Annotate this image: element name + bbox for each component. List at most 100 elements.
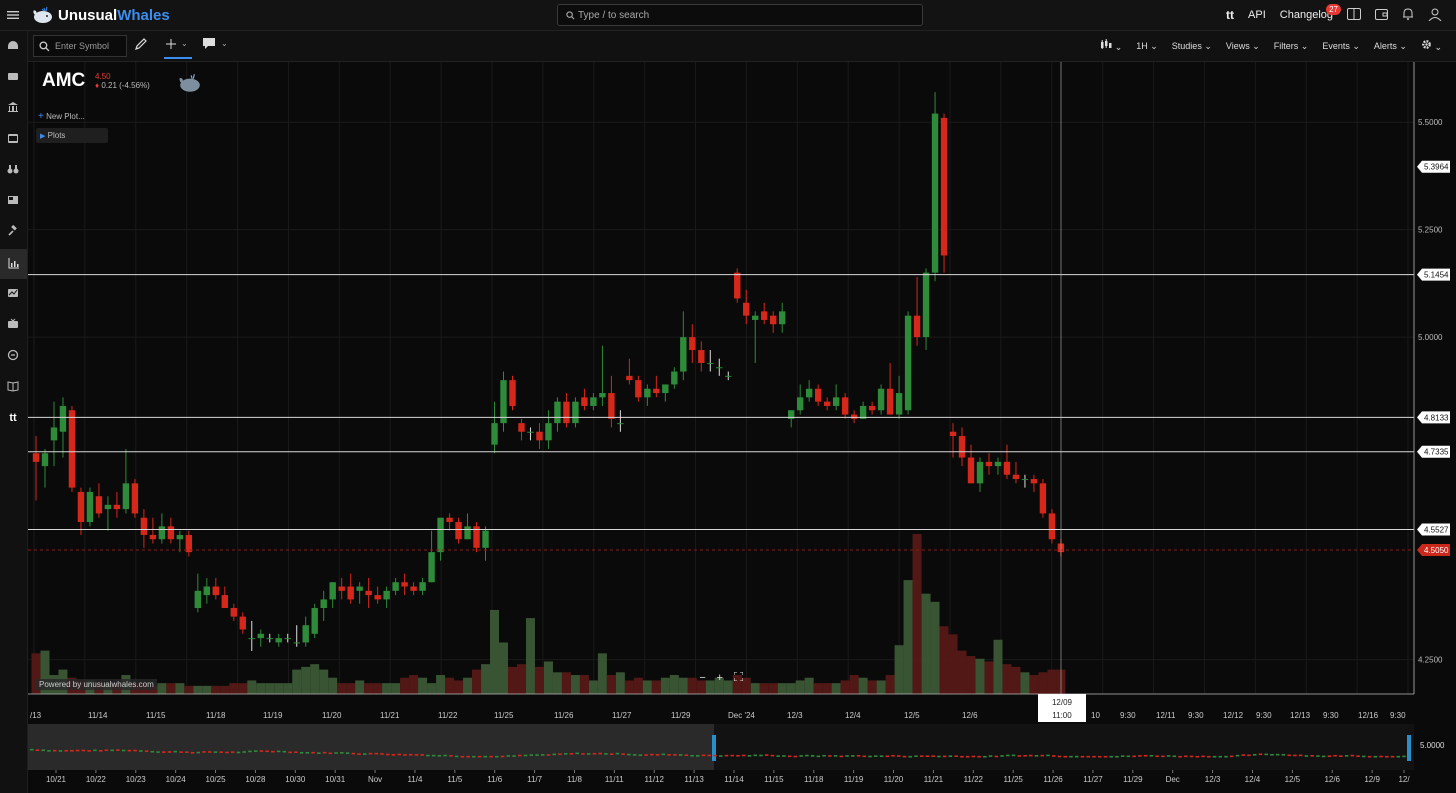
news-feed-icon[interactable] bbox=[6, 194, 20, 208]
comment-tool[interactable]: ⌄ bbox=[202, 37, 228, 55]
crosshair-date: 12/09 bbox=[1052, 698, 1073, 707]
candle-body bbox=[347, 586, 354, 600]
flow-icon[interactable] bbox=[6, 70, 20, 84]
navigator-xtick-label: 10/24 bbox=[166, 775, 187, 784]
changelog-link[interactable]: Changelog 27 bbox=[1280, 4, 1341, 21]
navigator-bar bbox=[1046, 754, 1050, 757]
navigator-bar bbox=[1057, 755, 1062, 758]
navigator-bar bbox=[420, 754, 424, 756]
crosshair-tool[interactable]: ⌄ bbox=[164, 35, 192, 59]
volume-bar bbox=[400, 677, 410, 694]
navigator-bar bbox=[328, 752, 333, 755]
studies-label: Studies bbox=[1171, 40, 1202, 51]
alerts-dropdown[interactable]: Alerts ⌄ bbox=[1374, 41, 1407, 52]
plots-toggle[interactable]: ▶ Plots bbox=[36, 128, 108, 143]
new-plot-button[interactable]: + New Plot... bbox=[38, 111, 85, 122]
volume-bar bbox=[202, 685, 212, 694]
studies-dropdown[interactable]: Studies ⌄ bbox=[1172, 41, 1212, 52]
settings-button[interactable]: ⌄ bbox=[1421, 39, 1442, 53]
navigator-bar bbox=[799, 755, 803, 757]
api-link[interactable]: API bbox=[1248, 9, 1266, 21]
hammer-icon[interactable] bbox=[6, 224, 20, 239]
navigator-xtick-label: 11/5 bbox=[447, 775, 463, 784]
volume-bar bbox=[301, 666, 311, 694]
candle-body bbox=[41, 453, 49, 467]
navigator-bar bbox=[1304, 755, 1309, 757]
candle bbox=[311, 603, 318, 639]
bank-icon[interactable] bbox=[6, 101, 20, 115]
pencil-icon[interactable] bbox=[134, 37, 148, 55]
navigator-bar bbox=[489, 755, 493, 758]
price-lines: 5.3964 5.1454 4.8133 4.7335 4.5527 4.5050 bbox=[28, 160, 1450, 556]
navigator-bar bbox=[385, 753, 390, 756]
views-dropdown[interactable]: Views ⌄ bbox=[1226, 41, 1260, 52]
candle bbox=[743, 289, 750, 325]
news-icon[interactable] bbox=[1347, 7, 1361, 23]
xtick-label: 11/27 bbox=[612, 711, 632, 720]
candle-body bbox=[104, 504, 112, 510]
candle bbox=[904, 311, 912, 415]
xtick-label: 9:30 bbox=[1188, 711, 1204, 720]
events-dropdown[interactable]: Events ⌄ bbox=[1322, 41, 1360, 52]
navigator-right-handle[interactable] bbox=[1407, 735, 1411, 761]
candle-body bbox=[248, 638, 255, 640]
tv-icon[interactable] bbox=[6, 318, 20, 332]
candle bbox=[284, 633, 291, 643]
chart-nav-active[interactable] bbox=[0, 249, 27, 279]
avatar[interactable] bbox=[1428, 7, 1442, 24]
zoom-out-icon[interactable]: − bbox=[699, 672, 705, 686]
chart-type-button[interactable]: ⌄ bbox=[1100, 39, 1122, 53]
bell-icon[interactable] bbox=[1402, 7, 1414, 23]
volume-bar bbox=[283, 683, 293, 694]
brand-logo[interactable]: Unusual Whales bbox=[32, 4, 170, 26]
volume-bar bbox=[948, 634, 958, 694]
navigator-bar bbox=[1115, 755, 1119, 758]
volume-bar bbox=[319, 669, 329, 694]
book-icon[interactable] bbox=[6, 380, 20, 394]
navigator-bar bbox=[851, 755, 855, 757]
navigator-left-handle[interactable] bbox=[712, 735, 716, 761]
filters-dropdown[interactable]: Filters ⌄ bbox=[1274, 41, 1309, 52]
wallet-icon[interactable] bbox=[1375, 8, 1388, 23]
navigator-bar bbox=[1264, 753, 1268, 756]
menu-icon[interactable] bbox=[6, 8, 20, 22]
candle-body bbox=[743, 302, 750, 316]
price-level-label: 5.3964 bbox=[1424, 163, 1449, 172]
global-search-input[interactable]: Type / to search bbox=[557, 4, 923, 26]
candle bbox=[410, 582, 417, 596]
candle-body bbox=[904, 315, 912, 411]
candle bbox=[518, 418, 525, 441]
volume-bar bbox=[786, 683, 796, 694]
navigator-bar bbox=[696, 755, 700, 757]
navigator-bar bbox=[30, 748, 34, 751]
trend-icon[interactable] bbox=[6, 287, 20, 301]
zoom-in-icon[interactable]: + bbox=[716, 672, 722, 686]
navigator-xtick-label: 10/22 bbox=[86, 775, 107, 784]
symbol-input[interactable]: Enter Symbol bbox=[33, 35, 127, 57]
tastytrade-icon[interactable]: tt bbox=[6, 411, 20, 425]
candle bbox=[886, 362, 894, 415]
tastytrade-button[interactable]: tt bbox=[1226, 8, 1234, 22]
candle-body bbox=[194, 590, 202, 609]
navigator-xtick-label: 12/9 bbox=[1364, 775, 1380, 784]
fullscreen-icon[interactable] bbox=[733, 671, 744, 686]
volume-bar bbox=[436, 675, 446, 694]
dashboard-icon[interactable] bbox=[6, 39, 20, 53]
navigator-bar bbox=[93, 749, 97, 752]
ytick-label: 5.2500 bbox=[1418, 226, 1443, 235]
navigator-xtick-label: 11/22 bbox=[964, 775, 984, 784]
interval-dropdown[interactable]: 1H ⌄ bbox=[1136, 41, 1158, 52]
binoculars-icon[interactable] bbox=[6, 163, 20, 177]
candle bbox=[787, 410, 795, 428]
navigator-bar bbox=[541, 754, 545, 756]
candle-body bbox=[320, 599, 327, 609]
navigator-bar bbox=[655, 754, 660, 756]
candle bbox=[500, 371, 507, 432]
navigator-bar bbox=[236, 751, 241, 754]
volume-bar bbox=[454, 680, 464, 694]
navigator-panel[interactable]: 5.0000 bbox=[28, 724, 1445, 770]
volume-bar bbox=[409, 675, 419, 694]
calendar-icon[interactable] bbox=[6, 132, 20, 146]
candle-body bbox=[266, 638, 273, 640]
gauge-icon[interactable] bbox=[6, 349, 20, 363]
